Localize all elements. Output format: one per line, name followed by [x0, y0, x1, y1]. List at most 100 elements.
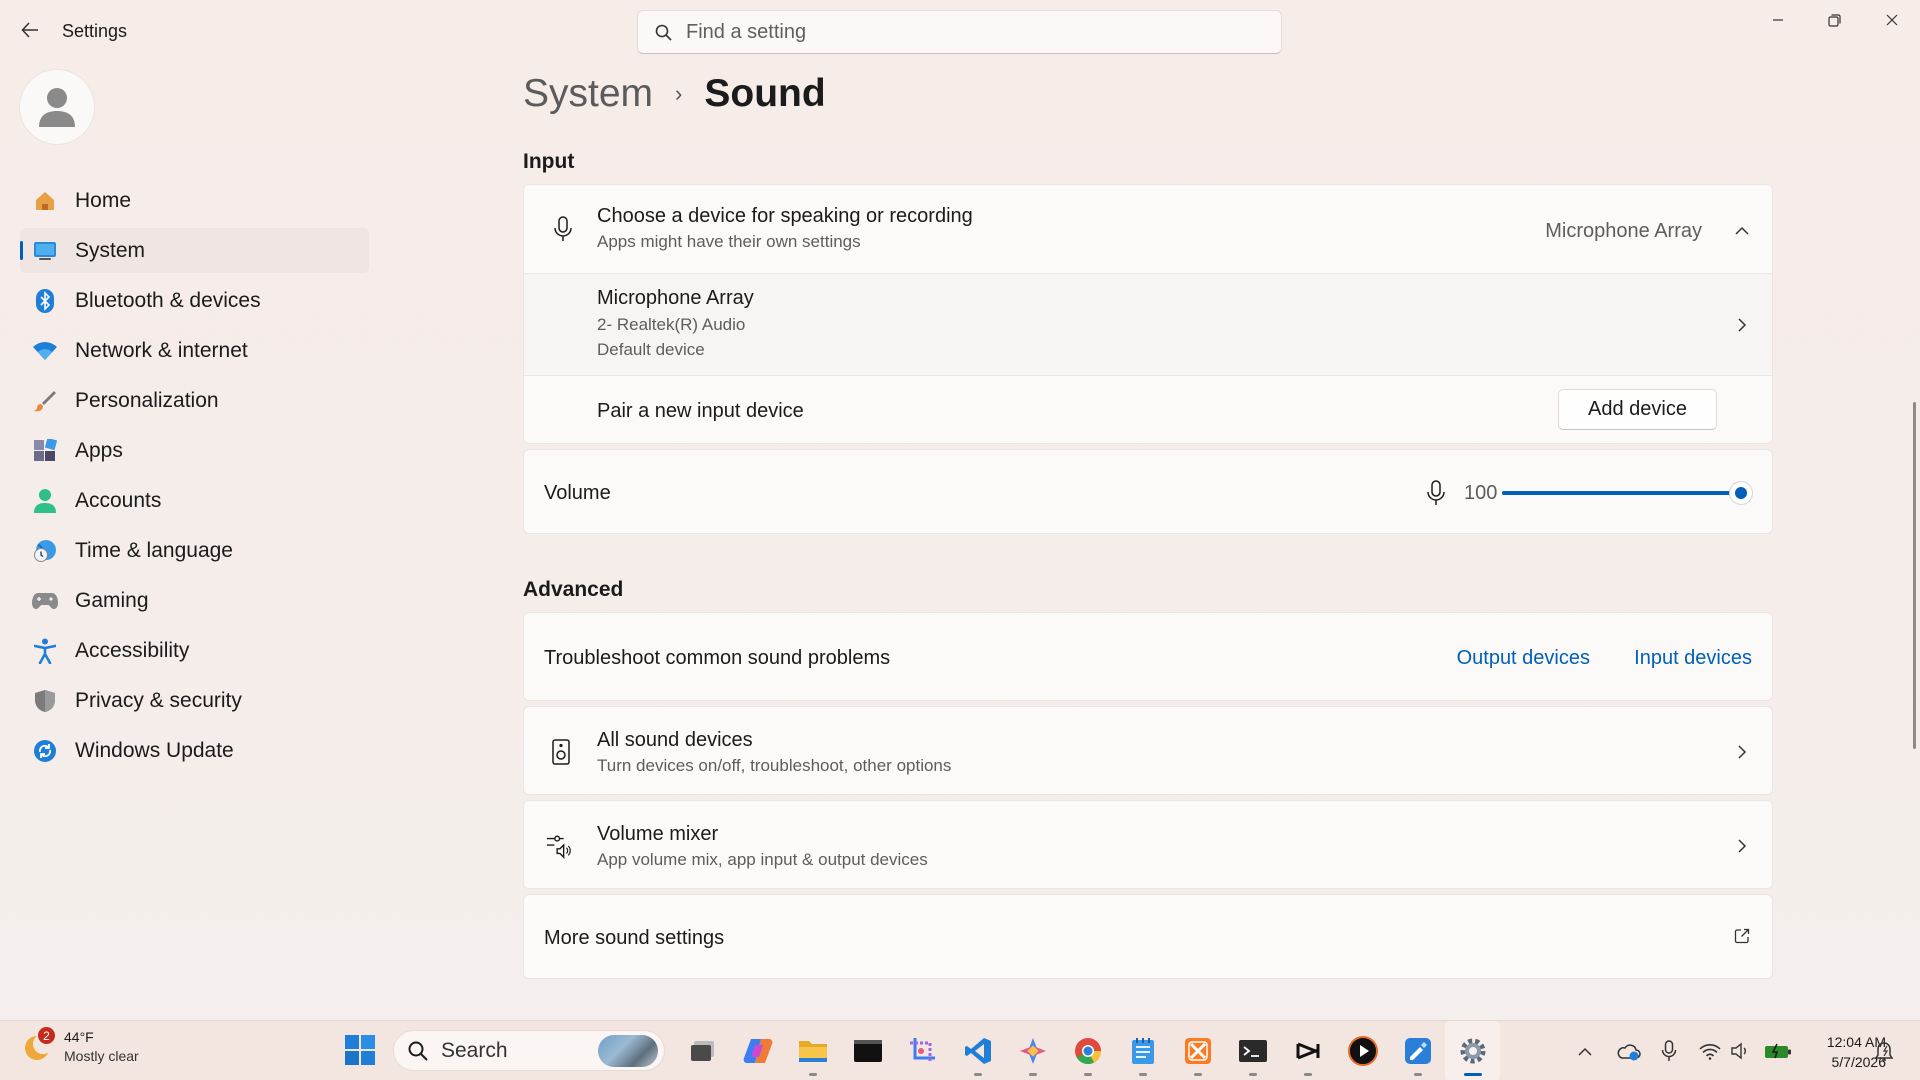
sidebar-item-system[interactable]: System: [20, 228, 369, 273]
troubleshoot-input-devices-link[interactable]: Input devices: [1634, 647, 1752, 670]
onedrive-button[interactable]: [1613, 1036, 1642, 1066]
sidebar-item-label: Time & language: [75, 538, 233, 562]
external-link-icon: [1734, 928, 1750, 944]
system-icon: [32, 238, 58, 264]
sidebar-item-accessibility[interactable]: Accessibility: [20, 628, 369, 673]
xampp-button[interactable]: [1170, 1021, 1225, 1080]
input-volume-card: Volume 100: [523, 449, 1773, 534]
weather-condition: Mostly clear: [64, 1048, 139, 1064]
minimize-button[interactable]: [1749, 0, 1806, 40]
weather-alert-badge: 2: [38, 1027, 55, 1044]
weather-widget[interactable]: 2 44°F Mostly clear: [22, 1027, 139, 1066]
volume-slider-thumb[interactable]: [1730, 482, 1752, 504]
battery-tray-button[interactable]: [1763, 1036, 1792, 1066]
battery-charging-icon: [1764, 1043, 1791, 1059]
choose-input-device-row[interactable]: Choose a device for speaking or recordin…: [524, 185, 1772, 273]
running-indicator: [1084, 1073, 1092, 1076]
snipping-tool-button[interactable]: [895, 1021, 950, 1080]
sidebar-item-accounts[interactable]: Accounts: [20, 478, 369, 523]
running-indicator: [1414, 1073, 1422, 1076]
close-button[interactable]: [1863, 0, 1920, 40]
xampp-icon: [1184, 1038, 1211, 1064]
chevron-right-icon: [1734, 838, 1750, 854]
all-sound-devices-title: All sound devices: [597, 729, 753, 751]
home-icon: [32, 188, 58, 214]
accounts-icon: [32, 488, 58, 514]
breadcrumb-parent[interactable]: System: [523, 72, 653, 116]
media-player-icon: [1347, 1036, 1378, 1066]
sidebar-item-label: Accessibility: [75, 638, 190, 662]
start-button[interactable]: [345, 1035, 375, 1065]
input-device-card: Choose a device for speaking or recordin…: [523, 184, 1773, 444]
copilot-icon: [743, 1039, 772, 1063]
task-view-icon: [690, 1041, 714, 1061]
chevron-right-icon: [1734, 317, 1750, 333]
update-icon: [32, 738, 58, 764]
chevron-up-icon[interactable]: [1734, 222, 1750, 238]
notification-bell-icon: [1874, 1042, 1894, 1061]
whiteboard-button[interactable]: [1390, 1021, 1445, 1080]
sidebar-item-home[interactable]: Home: [20, 178, 369, 223]
sidebar-item-privacy[interactable]: Privacy & security: [20, 678, 369, 723]
sidebar-item-personalization[interactable]: Personalization: [20, 378, 369, 423]
sidebar-item-bluetooth[interactable]: Bluetooth & devices: [20, 278, 369, 323]
input-device-driver: 2- Realtek(R) Audio: [597, 315, 746, 334]
scrollbar[interactable]: [1913, 402, 1916, 749]
sidebar-item-label: Home: [75, 188, 132, 212]
sidebar-item-apps[interactable]: Apps: [20, 428, 369, 473]
volume-slider[interactable]: [1502, 482, 1752, 504]
capcut-button[interactable]: [1280, 1021, 1335, 1080]
settings-button[interactable]: [1445, 1021, 1500, 1080]
sidebar-item-time-language[interactable]: Time & language: [20, 528, 369, 573]
back-button[interactable]: [14, 14, 46, 46]
command-prompt-button[interactable]: [1225, 1021, 1280, 1080]
terminal-button[interactable]: [840, 1021, 895, 1080]
pair-device-label: Pair a new input device: [597, 400, 804, 422]
search-input[interactable]: [686, 20, 1281, 44]
media-player-button[interactable]: [1335, 1021, 1390, 1080]
selected-input-device: Microphone Array: [1545, 220, 1702, 242]
microphone-icon: [1661, 1040, 1676, 1061]
person-icon: [39, 88, 75, 127]
restore-button[interactable]: [1806, 0, 1863, 40]
notifications-button[interactable]: [1872, 1039, 1896, 1063]
microphone-tray-button[interactable]: [1654, 1036, 1683, 1066]
volume-tray-button[interactable]: [1726, 1036, 1755, 1066]
taskbar-search[interactable]: Search: [393, 1030, 665, 1071]
volume-mixer-subtitle: App volume mix, app input & output devic…: [597, 850, 928, 869]
file-explorer-icon: [798, 1041, 827, 1062]
sidebar-item-windows-update[interactable]: Windows Update: [20, 728, 369, 773]
gemini-button[interactable]: [1005, 1021, 1060, 1080]
chrome-button[interactable]: [1060, 1021, 1115, 1080]
user-avatar[interactable]: [20, 70, 94, 144]
copilot-button[interactable]: [730, 1021, 785, 1080]
volume-mixer-card[interactable]: Volume mixer App volume mix, app input &…: [523, 800, 1773, 889]
running-indicator: [1139, 1073, 1147, 1076]
show-hidden-icons-button[interactable]: [1570, 1036, 1599, 1066]
task-view-button[interactable]: [675, 1021, 730, 1080]
system-tray: [1570, 1021, 1794, 1080]
volume-mixer-icon: [546, 833, 572, 859]
network-tray-button[interactable]: [1695, 1036, 1724, 1066]
microphone-mute-icon[interactable]: [1424, 479, 1448, 507]
page-title: Sound: [704, 72, 826, 115]
add-device-button[interactable]: Add device: [1558, 389, 1717, 430]
troubleshoot-output-devices-link[interactable]: Output devices: [1457, 647, 1590, 670]
sidebar-item-gaming[interactable]: Gaming: [20, 578, 369, 623]
file-explorer-button[interactable]: [785, 1021, 840, 1080]
settings-search[interactable]: [637, 10, 1282, 54]
windows-logo-icon: [345, 1035, 375, 1065]
all-sound-devices-card[interactable]: All sound devices Turn devices on/off, t…: [523, 706, 1773, 795]
speaker-device-icon: [548, 739, 574, 765]
vscode-button[interactable]: [950, 1021, 1005, 1080]
weather-temperature: 44°F: [64, 1029, 94, 1045]
notepad-button[interactable]: [1115, 1021, 1170, 1080]
sidebar-item-network[interactable]: Network & internet: [20, 328, 369, 373]
sidebar-item-label: Accounts: [75, 488, 162, 512]
apps-icon: [32, 438, 58, 464]
running-indicator: [1194, 1073, 1202, 1076]
title-bar: Settings: [0, 0, 1920, 62]
input-device-item[interactable]: Microphone Array 2- Realtek(R) Audio Def…: [524, 274, 1772, 375]
sidebar-item-label: Gaming: [75, 588, 149, 612]
more-sound-settings-card[interactable]: More sound settings: [523, 894, 1773, 979]
